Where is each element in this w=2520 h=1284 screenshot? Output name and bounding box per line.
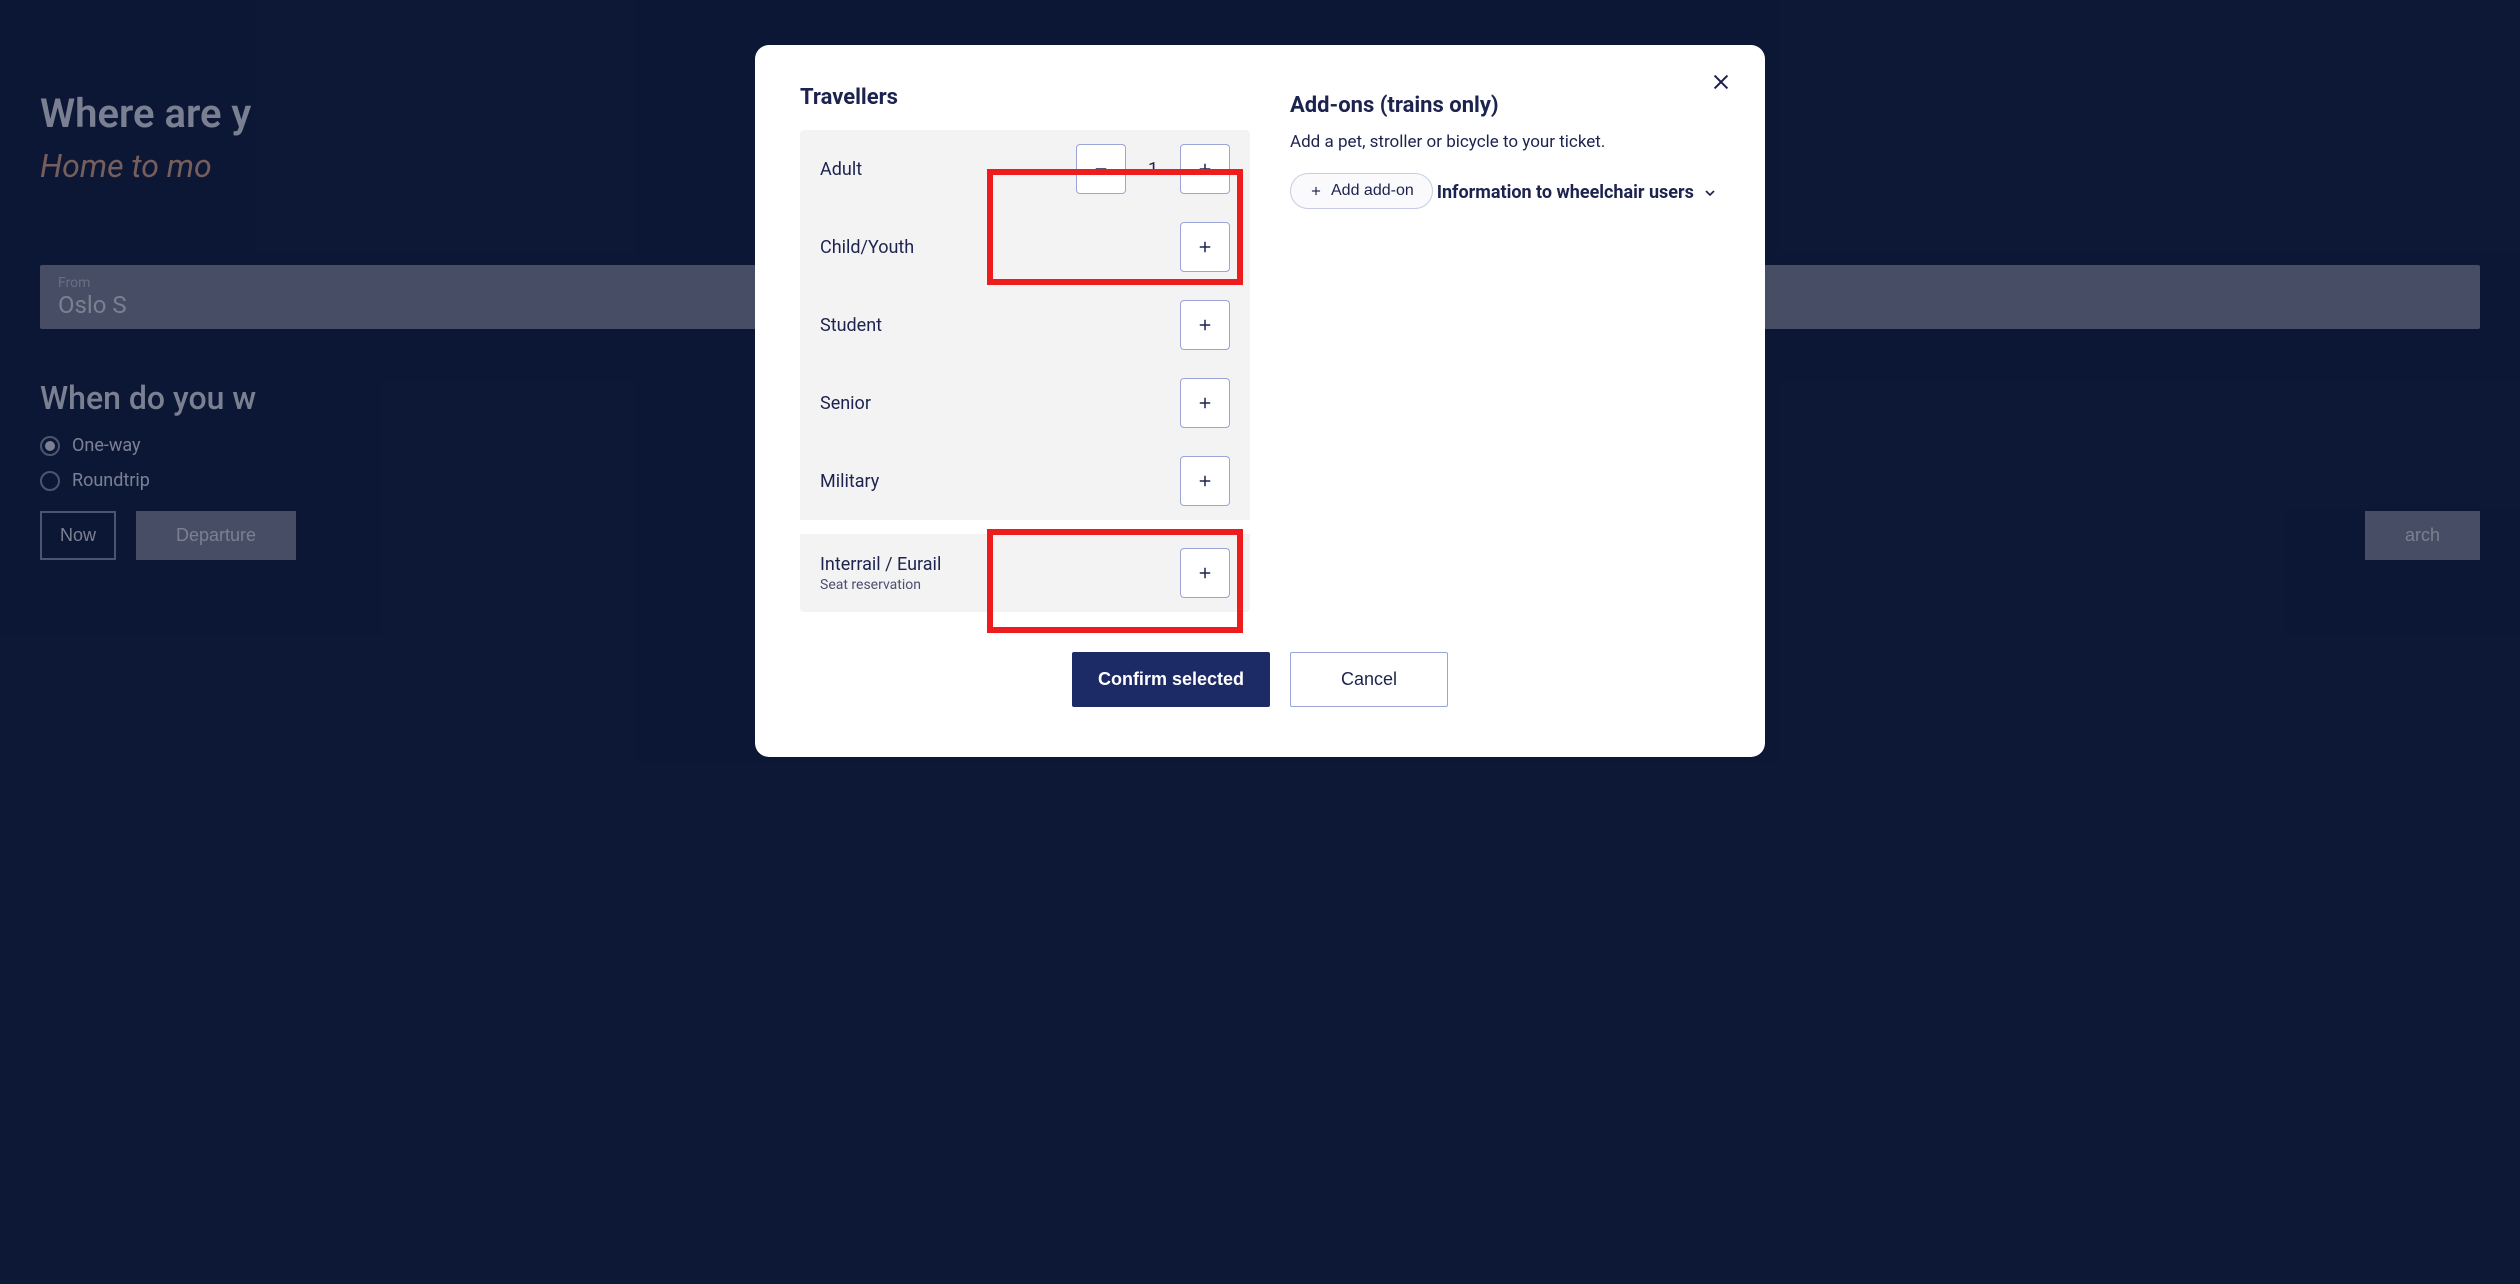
travellers-column: Travellers Adult 1	[800, 85, 1250, 612]
close-icon	[1710, 71, 1732, 93]
traveller-row-interrail: Interrail / Eurail Seat reservation	[800, 520, 1250, 612]
traveller-row-student: Student	[800, 286, 1250, 364]
traveller-label: Child/Youth	[820, 237, 1180, 258]
increment-button[interactable]	[1180, 300, 1230, 350]
cancel-button[interactable]: Cancel	[1290, 652, 1448, 707]
increment-button[interactable]	[1180, 456, 1230, 506]
increment-button[interactable]	[1180, 548, 1230, 598]
plus-icon	[1196, 472, 1214, 490]
add-addon-button[interactable]: Add add-on	[1290, 173, 1433, 209]
traveller-row-child: Child/Youth	[800, 208, 1250, 286]
traveller-label: Student	[820, 315, 1180, 336]
quantity-stepper: 1	[1076, 144, 1230, 194]
plus-icon	[1196, 394, 1214, 412]
minus-icon	[1092, 160, 1110, 178]
traveller-label: Adult	[820, 159, 1076, 180]
plus-icon	[1196, 238, 1214, 256]
traveller-row-military: Military	[800, 442, 1250, 520]
plus-icon	[1309, 184, 1323, 198]
traveller-label: Interrail / Eurail	[820, 554, 1180, 575]
addons-title: Add-ons (trains only)	[1290, 93, 1720, 118]
wheelchair-info-label: Information to wheelchair users	[1437, 182, 1694, 203]
decrement-button[interactable]	[1076, 144, 1126, 194]
addons-description: Add a pet, stroller or bicycle to your t…	[1290, 132, 1720, 152]
plus-icon	[1196, 316, 1214, 334]
travellers-modal: Travellers Adult 1	[755, 45, 1765, 757]
increment-button[interactable]	[1180, 222, 1230, 272]
add-addon-label: Add add-on	[1331, 182, 1414, 200]
chevron-down-icon	[1702, 185, 1718, 201]
traveller-label: Military	[820, 471, 1180, 492]
traveller-row-adult: Adult 1	[800, 130, 1250, 208]
increment-button[interactable]	[1180, 378, 1230, 428]
addons-column: Add-ons (trains only) Add a pet, strolle…	[1290, 85, 1720, 612]
travellers-title: Travellers	[800, 85, 1250, 110]
traveller-sublabel: Seat reservation	[820, 577, 1180, 593]
modal-footer: Confirm selected Cancel	[800, 652, 1720, 707]
plus-icon	[1196, 564, 1214, 582]
close-button[interactable]	[1705, 67, 1737, 99]
plus-icon	[1196, 160, 1214, 178]
traveller-label: Senior	[820, 393, 1180, 414]
traveller-list: Adult 1	[800, 130, 1250, 612]
confirm-button[interactable]: Confirm selected	[1072, 652, 1270, 707]
increment-button[interactable]	[1180, 144, 1230, 194]
modal-overlay: Travellers Adult 1	[0, 0, 2520, 1284]
traveller-row-senior: Senior	[800, 364, 1250, 442]
wheelchair-info-toggle[interactable]: Information to wheelchair users	[1437, 182, 1718, 203]
traveller-count: 1	[1144, 159, 1162, 180]
